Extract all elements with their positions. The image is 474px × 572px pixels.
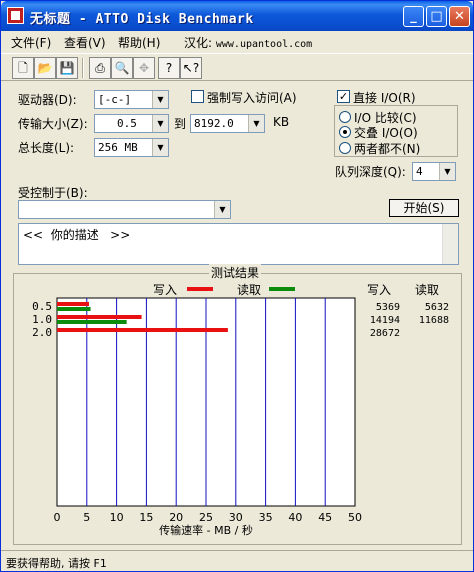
x-tick-label: 40	[288, 511, 302, 524]
x-tick-label: 35	[259, 511, 273, 524]
write-value: 28672	[370, 328, 400, 339]
x-tick-label: 50	[348, 511, 362, 524]
read-bar	[57, 307, 91, 311]
benchmark-chart: 0 5 10 15 20 25 30 35 40 45 50 传输速率 - MB / 秒 0.5 5369…	[32, 297, 449, 537]
write-bar	[57, 328, 228, 332]
status-bar: 要获得帮助, 请按 F1	[1, 550, 473, 572]
category-label: 0.5	[32, 300, 52, 313]
category-label: 1.0	[32, 313, 52, 326]
read-value: 11688	[419, 315, 449, 326]
write-bar	[57, 302, 89, 306]
read-bar	[57, 320, 127, 324]
main-window: 无标题 - ATTO Disk Benchmark _ □ ✕ 文件(F) 查看…	[0, 0, 474, 572]
x-tick-label: 20	[169, 511, 183, 524]
write-bar	[57, 315, 142, 319]
read-value: 5632	[425, 302, 449, 313]
x-axis-label: 传输速率 - MB / 秒	[159, 523, 253, 537]
status-text: 要获得帮助, 请按 F1	[6, 557, 107, 570]
x-tick-label: 0	[54, 511, 61, 524]
x-tick-label: 5	[83, 511, 90, 524]
write-value: 5369	[376, 302, 400, 313]
x-tick-label: 15	[139, 511, 153, 524]
x-tick-label: 10	[110, 511, 124, 524]
x-tick-label: 25	[199, 511, 213, 524]
x-tick-label: 45	[318, 511, 332, 524]
write-value: 14194	[370, 315, 400, 326]
category-label: 2.0	[32, 326, 52, 339]
x-tick-label: 30	[229, 511, 243, 524]
